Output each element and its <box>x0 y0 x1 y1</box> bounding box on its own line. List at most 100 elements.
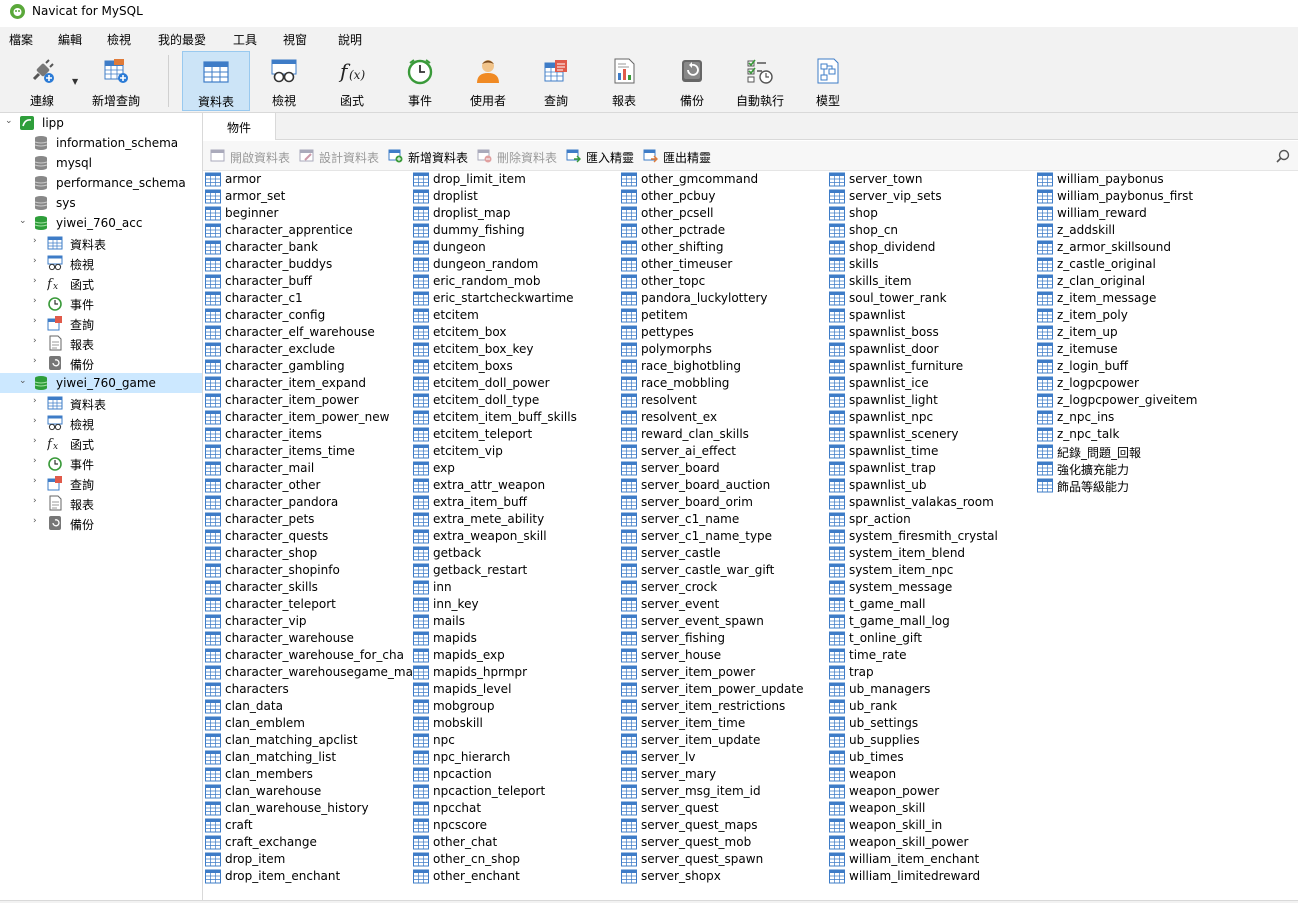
tree-item-functions[interactable]: › f x 函式 <box>0 433 202 453</box>
table-icon <box>829 495 845 510</box>
table-name: clan_data <box>225 699 283 713</box>
tree-db-sys[interactable]: sys <box>0 193 202 213</box>
chevron-right-icon[interactable]: › <box>33 416 43 430</box>
table-name: character_pets <box>225 512 315 526</box>
tree-item-tables[interactable]: › 資料表 <box>0 393 202 413</box>
tree-item-events[interactable]: › 事件 <box>0 453 202 473</box>
automation-button[interactable]: 自動執行 <box>726 51 794 111</box>
users-button[interactable]: 使用者 <box>454 51 522 111</box>
reports-button[interactable]: 報表 <box>590 51 658 111</box>
menu-favorites[interactable]: 我的最愛 <box>158 31 206 48</box>
tree-label: 事件 <box>70 458 95 472</box>
svg-text:x: x <box>53 282 58 291</box>
menu-view[interactable]: 檢視 <box>107 31 131 48</box>
chevron-right-icon[interactable]: › <box>33 396 43 410</box>
search-icon[interactable] <box>1276 149 1290 163</box>
chevron-right-icon[interactable]: › <box>33 356 43 370</box>
menu-window[interactable]: 視窗 <box>283 31 307 48</box>
tree-db-yiwei-760-game[interactable]: ⌄ yiwei_760_game <box>0 373 202 393</box>
table-icon <box>203 61 229 83</box>
chevron-down-icon[interactable]: ⌄ <box>19 376 29 390</box>
tree-item-reports[interactable]: › 報表 <box>0 493 202 513</box>
events-button[interactable]: 事件 <box>386 51 454 111</box>
tree-label: 備份 <box>70 358 95 372</box>
tree-item-backups[interactable]: › 備份 <box>0 353 202 373</box>
table-name: spawnlist_furniture <box>849 359 964 373</box>
table-icon <box>621 359 637 374</box>
chevron-right-icon[interactable]: › <box>33 316 43 330</box>
table-name: armor <box>225 172 262 186</box>
menu-file[interactable]: 檔案 <box>9 31 33 48</box>
table-icon <box>205 427 221 442</box>
tree-item-views[interactable]: › 檢視 <box>0 253 202 273</box>
tree-item-reports[interactable]: › 報表 <box>0 333 202 353</box>
chevron-right-icon[interactable]: › <box>33 236 43 250</box>
table-name: character_buddys <box>225 257 333 271</box>
tree-label: performance_schema <box>56 176 186 190</box>
table-name: etcitem_item_buff_skills <box>433 410 577 424</box>
model-button[interactable]: 模型 <box>794 51 862 111</box>
chevron-down-icon[interactable]: ⌄ <box>19 216 29 230</box>
table-name: trap <box>849 665 874 679</box>
table-name: other_chat <box>433 835 498 849</box>
table-icon <box>205 665 221 680</box>
table-icon <box>621 240 637 255</box>
menu-help[interactable]: 說明 <box>338 31 362 48</box>
tree-item-queries[interactable]: › 查詢 <box>0 473 202 493</box>
tab-objects[interactable]: 物件 <box>203 113 276 140</box>
functions-button[interactable]: f (x) 函式 <box>318 51 386 111</box>
chevron-right-icon[interactable]: › <box>33 436 43 450</box>
table-icon <box>413 563 429 578</box>
table-name: t_game_mall_log <box>849 614 950 628</box>
table-name: time_rate <box>849 648 907 662</box>
tree-db-performance-schema[interactable]: performance_schema <box>0 173 202 193</box>
chevron-right-icon[interactable]: › <box>33 496 43 510</box>
table-name: spawnlist_ub <box>849 478 927 492</box>
tree-db-mysql[interactable]: mysql <box>0 153 202 173</box>
chevron-right-icon[interactable]: › <box>33 276 43 290</box>
connection-button[interactable]: 連線 <box>8 51 76 111</box>
backup-button[interactable]: 備份 <box>658 51 726 111</box>
chevron-right-icon[interactable]: › <box>33 296 43 310</box>
chevron-right-icon[interactable]: › <box>33 456 43 470</box>
chevron-down-icon[interactable]: ▼ <box>72 77 78 86</box>
table-name: server_crock <box>641 580 718 594</box>
table-icon <box>621 393 637 408</box>
new-query-button[interactable]: 新增查詢 <box>82 51 150 111</box>
tree-item-views[interactable]: › 檢視 <box>0 413 202 433</box>
tree-db-yiwei-760-acc[interactable]: ⌄ yiwei_760_acc <box>0 213 202 233</box>
table-icon <box>205 614 221 629</box>
table-name: npcaction_teleport <box>433 784 546 798</box>
tree-item-functions[interactable]: › f x 函式 <box>0 273 202 293</box>
table-icon <box>829 801 845 816</box>
table-name: t_game_mall <box>849 597 926 611</box>
table-icon <box>621 308 637 323</box>
table-icon <box>413 614 429 629</box>
chevron-down-icon[interactable]: ⌄ <box>5 116 15 130</box>
table-name: craft_exchange <box>225 835 317 849</box>
table-name: other_timeuser <box>641 257 733 271</box>
views-button[interactable]: 檢視 <box>250 51 318 111</box>
chevron-right-icon[interactable]: › <box>33 516 43 530</box>
chevron-right-icon[interactable]: › <box>33 256 43 270</box>
tree-db-information-schema[interactable]: information_schema <box>0 133 202 153</box>
tables-button[interactable]: 資料表 <box>182 51 250 111</box>
queries-button[interactable]: 查詢 <box>522 51 590 111</box>
chevron-right-icon[interactable]: › <box>33 476 43 490</box>
menu-tools[interactable]: 工具 <box>233 31 257 48</box>
tree-item-tables[interactable]: › 資料表 <box>0 233 202 253</box>
tree-item-backups[interactable]: › 備份 <box>0 513 202 533</box>
table-name: william_limitedreward <box>849 869 981 883</box>
table-icon <box>621 444 637 459</box>
chevron-right-icon[interactable]: › <box>33 336 43 350</box>
tree-item-events[interactable]: › 事件 <box>0 293 202 313</box>
tree-item-queries[interactable]: › 查詢 <box>0 313 202 333</box>
table-name: other_gmcommand <box>641 172 759 186</box>
table-name: server_town <box>849 172 923 186</box>
menu-edit[interactable]: 編輯 <box>58 31 82 48</box>
table-icon <box>413 308 429 323</box>
table-name: weapon_skill <box>849 801 926 815</box>
table-name: server_c1_name_type <box>641 529 773 543</box>
table-icon <box>413 325 429 340</box>
tree-connection-lipp[interactable]: ⌄ lipp <box>0 113 202 133</box>
